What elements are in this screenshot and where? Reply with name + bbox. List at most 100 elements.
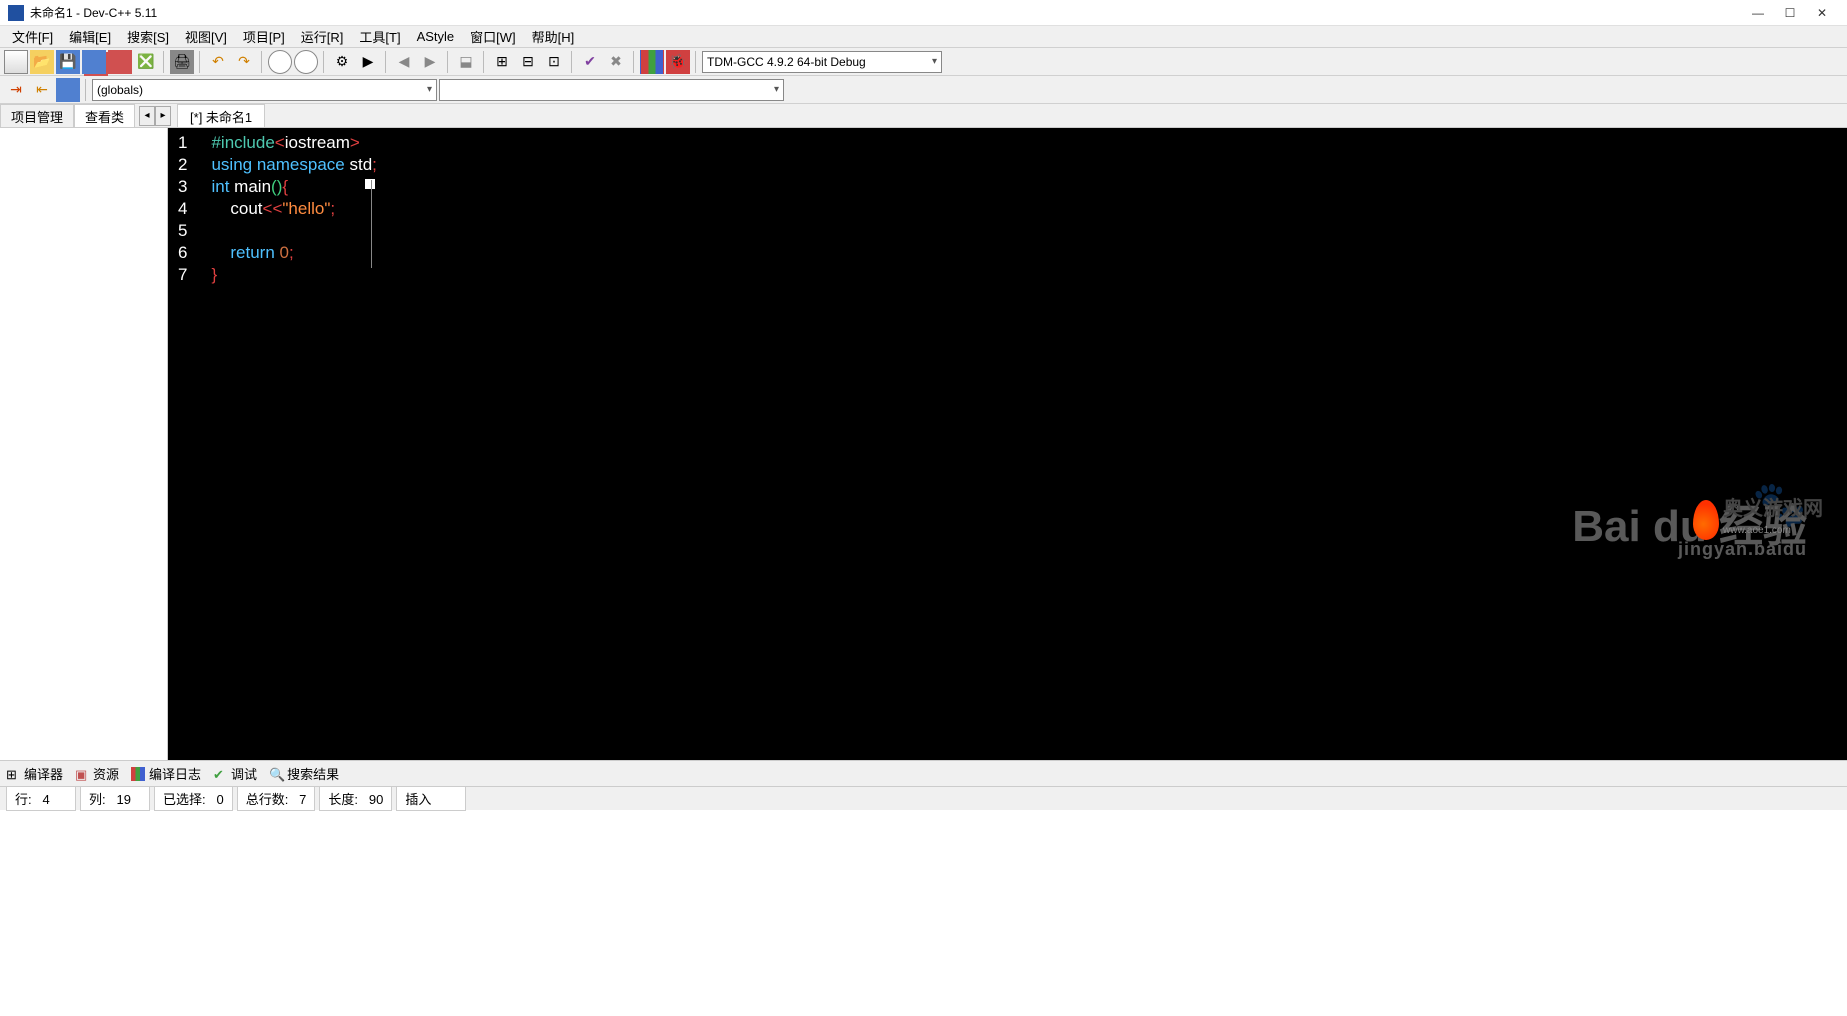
- separator: [323, 51, 325, 73]
- logo-url: www.aoe1.com: [1723, 520, 1823, 542]
- separator: [385, 51, 387, 73]
- tab-debug[interactable]: ✔ 调试: [213, 764, 257, 783]
- tab-compile-log[interactable]: 编译日志: [131, 764, 201, 783]
- menu-run[interactable]: 运行[R]: [293, 25, 352, 48]
- grid3-icon[interactable]: ⊡: [542, 50, 566, 74]
- tab-compiler[interactable]: ⊞编译器: [6, 764, 63, 783]
- goto2-icon[interactable]: ⇤: [30, 78, 54, 102]
- code-content[interactable]: #include<iostream>using namespace std;in…: [193, 128, 376, 760]
- toolbar-secondary: ⇥ ⇤ (globals) ▾ ▾: [0, 76, 1847, 104]
- separator: [483, 51, 485, 73]
- cancel-icon[interactable]: ✖: [604, 50, 628, 74]
- separator: [163, 51, 165, 73]
- replace-icon[interactable]: [294, 50, 318, 74]
- maximize-button[interactable]: ☐: [1783, 6, 1797, 20]
- fold-line: [371, 180, 372, 268]
- separator: [85, 79, 87, 101]
- bookmark-icon[interactable]: ⬓: [454, 50, 478, 74]
- member-select[interactable]: ▾: [439, 79, 784, 101]
- print-icon[interactable]: 🖨: [170, 50, 194, 74]
- grid2-icon[interactable]: ⊟: [516, 50, 540, 74]
- menu-file[interactable]: 文件[F]: [4, 25, 61, 48]
- chevron-down-icon: ▾: [932, 56, 937, 67]
- run-icon[interactable]: ▶: [356, 50, 380, 74]
- close-button[interactable]: ✕: [1815, 6, 1829, 20]
- compiler-select[interactable]: TDM-GCC 4.9.2 64-bit Debug ▾: [702, 51, 942, 73]
- close-file-icon[interactable]: [108, 50, 132, 74]
- check-icon: ✔: [213, 767, 227, 781]
- tab-search-results[interactable]: 🔍 搜索结果: [269, 764, 339, 783]
- tab-label: 资源: [93, 764, 119, 783]
- window-list-icon[interactable]: [56, 78, 80, 102]
- bottom-tabs: ⊞编译器 ▣ 资源 编译日志 ✔ 调试 🔍 搜索结果: [0, 760, 1847, 786]
- menu-search[interactable]: 搜索[S]: [119, 25, 177, 48]
- stack-icon: ▣: [75, 767, 89, 781]
- tab-label: 项目管理: [11, 107, 63, 126]
- find-icon[interactable]: [268, 50, 292, 74]
- save-icon[interactable]: 💾: [56, 50, 80, 74]
- grid-icon: ⊞: [6, 767, 20, 781]
- new-file-icon[interactable]: [4, 50, 28, 74]
- menu-project[interactable]: 项目[P]: [235, 25, 293, 48]
- redo-icon[interactable]: ↷: [232, 50, 256, 74]
- menubar: 文件[F] 编辑[E] 搜索[S] 视图[V] 项目[P] 运行[R] 工具[T…: [0, 26, 1847, 48]
- tab-nav: ◂ ▸: [139, 104, 171, 127]
- goto-icon[interactable]: ⇥: [4, 78, 28, 102]
- line-gutter: 1234567: [168, 128, 193, 760]
- compiler-select-value: TDM-GCC 4.9.2 64-bit Debug: [707, 55, 866, 69]
- debug-icon[interactable]: 🐞: [666, 50, 690, 74]
- flame-icon: [1693, 500, 1719, 540]
- back-icon[interactable]: ◀: [392, 50, 416, 74]
- corner-logo: 奥义游戏网 www.aoe1.com: [1693, 490, 1843, 550]
- scope-select[interactable]: (globals) ▾: [92, 79, 437, 101]
- scope-select-value: (globals): [97, 83, 143, 97]
- class-browser-panel[interactable]: [0, 128, 168, 760]
- tab-next-icon[interactable]: ▸: [155, 106, 171, 126]
- status-sel: 已选择: 0: [154, 786, 233, 811]
- main-area: 1234567 #include<iostream>using namespac…: [0, 128, 1847, 760]
- minimize-button[interactable]: —: [1751, 6, 1765, 20]
- window-title: 未命名1 - Dev-C++ 5.11: [30, 4, 1751, 21]
- tab-label: 编译日志: [149, 764, 201, 783]
- tab-label: 搜索结果: [287, 764, 339, 783]
- grid-icon[interactable]: ⊞: [490, 50, 514, 74]
- forward-icon[interactable]: ▶: [418, 50, 442, 74]
- status-total: 总行数: 7: [237, 786, 316, 811]
- statusbar: 行: 4 列: 19 已选择: 0 总行数: 7 长度: 90 插入: [0, 786, 1847, 810]
- file-tab[interactable]: [*] 未命名1: [177, 104, 265, 127]
- code-editor[interactable]: 1234567 #include<iostream>using namespac…: [168, 128, 1847, 760]
- tab-row: 项目管理 查看类 ◂ ▸ [*] 未命名1: [0, 104, 1847, 128]
- status-col: 列: 19: [80, 786, 150, 811]
- tab-class-browser[interactable]: 查看类: [74, 104, 135, 127]
- menu-tools[interactable]: 工具[T]: [351, 25, 408, 48]
- check-icon[interactable]: ✔: [578, 50, 602, 74]
- status-line: 行: 4: [6, 786, 76, 811]
- menu-astyle[interactable]: AStyle: [409, 27, 463, 46]
- tab-project-manager[interactable]: 项目管理: [0, 104, 74, 127]
- tab-label: 调试: [231, 764, 257, 783]
- open-file-icon[interactable]: 📂: [30, 50, 54, 74]
- tab-resources[interactable]: ▣ 资源: [75, 764, 119, 783]
- search-icon: 🔍: [269, 767, 283, 781]
- tab-prev-icon[interactable]: ◂: [139, 106, 155, 126]
- chevron-down-icon: ▾: [774, 84, 779, 95]
- menu-help[interactable]: 帮助[H]: [524, 25, 583, 48]
- close-all-icon[interactable]: ❎: [134, 50, 158, 74]
- separator: [633, 51, 635, 73]
- save-all-icon[interactable]: [82, 50, 106, 74]
- chart-icon[interactable]: [640, 50, 664, 74]
- fold-marker-icon[interactable]: [365, 179, 375, 189]
- tab-label: 查看类: [85, 107, 124, 126]
- logo-text: 奥义游戏网: [1723, 498, 1823, 520]
- menu-window[interactable]: 窗口[W]: [462, 25, 524, 48]
- separator: [695, 51, 697, 73]
- undo-icon[interactable]: ↶: [206, 50, 230, 74]
- separator: [261, 51, 263, 73]
- menu-view[interactable]: 视图[V]: [177, 25, 235, 48]
- titlebar: 未命名1 - Dev-C++ 5.11 — ☐ ✕: [0, 0, 1847, 26]
- compile-icon[interactable]: ⚙: [330, 50, 354, 74]
- separator: [571, 51, 573, 73]
- menu-edit[interactable]: 编辑[E]: [61, 25, 119, 48]
- app-icon: [8, 5, 24, 21]
- chevron-down-icon: ▾: [427, 84, 432, 95]
